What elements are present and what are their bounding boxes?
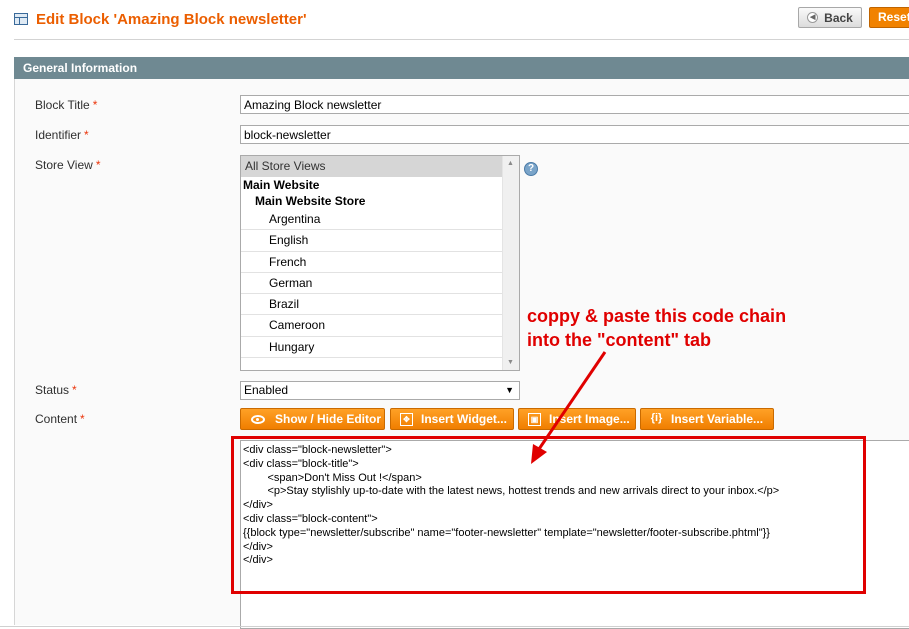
annotation-arrow-icon	[531, 351, 607, 464]
page-bottom-divider	[0, 626, 909, 627]
